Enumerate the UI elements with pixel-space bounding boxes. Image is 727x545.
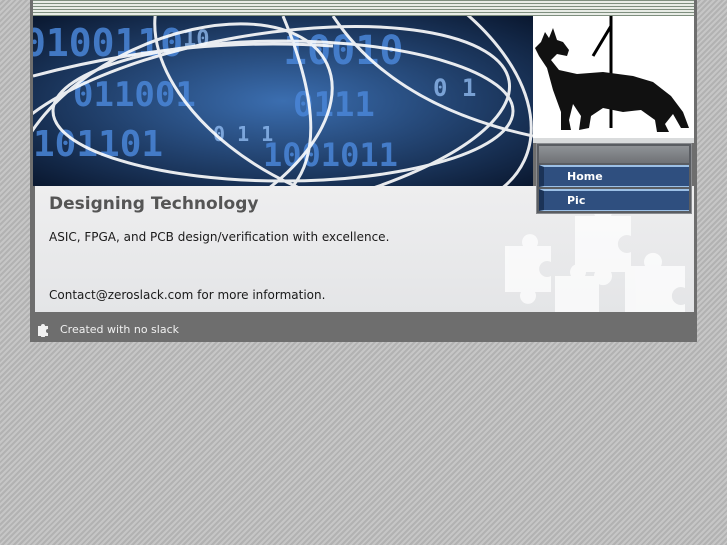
page-container: 0100110 10010 011001 0111 101101 1001011… (30, 0, 697, 342)
top-stripe-bar (33, 0, 694, 16)
banner-image: 0100110 10010 011001 0111 101101 1001011… (33, 16, 533, 186)
description-text: ASIC, FPGA, and PCB design/verification … (49, 230, 390, 244)
svg-text:101101: 101101 (33, 124, 163, 165)
page-title: Designing Technology (49, 194, 259, 214)
svg-text:0 1: 0 1 (433, 74, 476, 102)
puzzle-piece-icon (38, 324, 48, 337)
nav-item-pic[interactable]: Pic (539, 189, 689, 211)
nav-item-home[interactable]: Home (539, 165, 689, 187)
footer-text: Created with no slack (60, 323, 180, 336)
puzzle-background-icon (505, 206, 685, 312)
dog-image (533, 16, 694, 138)
svg-text:0111: 0111 (293, 85, 375, 125)
footer: Created with no slack (33, 312, 694, 342)
nav-menu: Home Pic (536, 143, 692, 214)
svg-text:1001011: 1001011 (263, 136, 398, 174)
contact-text: Contact@zeroslack.com for more informati… (49, 288, 326, 302)
nav-menu-header (539, 146, 689, 163)
svg-text:0 1 1: 0 1 1 (213, 122, 273, 146)
